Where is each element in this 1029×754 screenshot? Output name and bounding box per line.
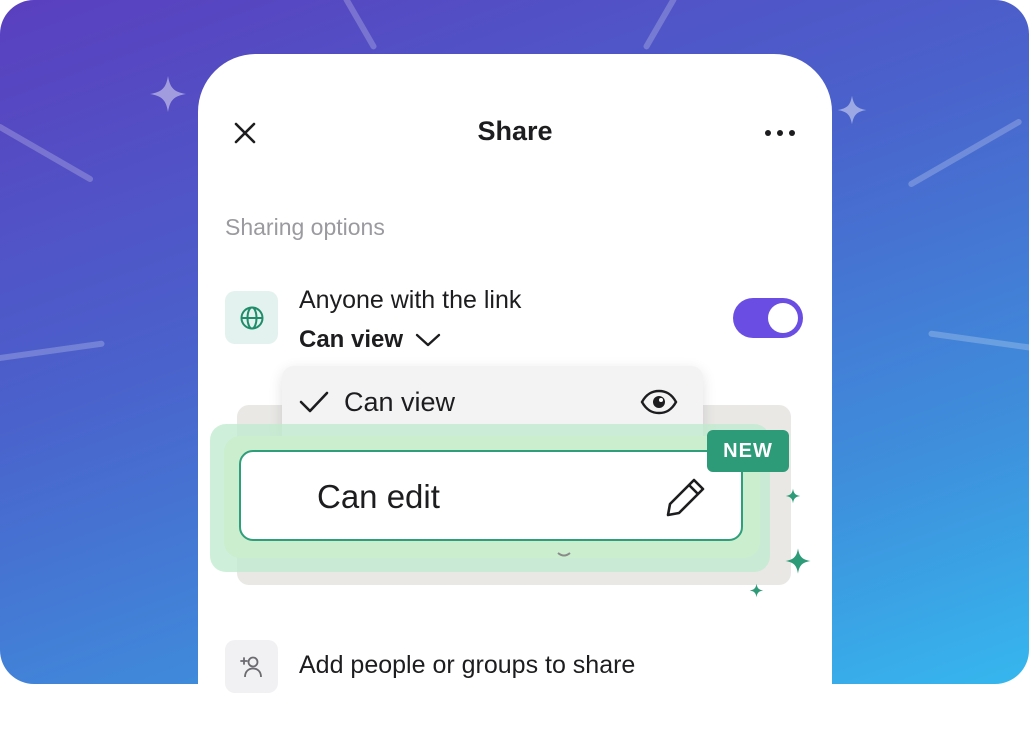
caret-icon	[557, 552, 571, 557]
toggle-knob	[768, 303, 798, 333]
chevron-down-icon	[415, 333, 441, 347]
sparkle-icon	[749, 583, 764, 598]
menu-item-label: Can edit	[317, 478, 440, 515]
sparkle-icon	[785, 488, 801, 504]
globe-icon	[225, 291, 278, 344]
permission-dropdown-button[interactable]: Can view	[299, 326, 441, 354]
light-ray	[928, 330, 1029, 352]
light-ray	[0, 340, 105, 362]
eye-icon	[640, 389, 678, 415]
sparkle-icon	[837, 95, 867, 125]
permission-label: Can view	[299, 326, 404, 353]
add-person-icon	[225, 640, 278, 693]
menu-item-can-edit[interactable]: Can edit	[239, 450, 743, 541]
page-title: Share	[477, 116, 553, 146]
more-options-icon[interactable]	[760, 116, 800, 150]
menu-item-can-view[interactable]: Can view	[298, 383, 678, 421]
new-badge: NEW	[707, 430, 789, 472]
check-icon	[299, 391, 329, 413]
section-label: Sharing options	[225, 214, 385, 240]
light-ray	[642, 0, 678, 51]
sparkle-icon	[150, 76, 186, 112]
menu-item-label: Can view	[344, 386, 456, 417]
add-people-button[interactable]: Add people or groups to share	[299, 651, 635, 680]
light-ray	[907, 117, 1023, 189]
light-ray	[342, 0, 378, 51]
link-access-title: Anyone with the link	[299, 286, 522, 314]
light-ray	[0, 122, 95, 184]
sparkle-icon	[785, 548, 811, 574]
pencil-icon	[666, 478, 705, 517]
link-sharing-toggle[interactable]	[733, 298, 803, 338]
